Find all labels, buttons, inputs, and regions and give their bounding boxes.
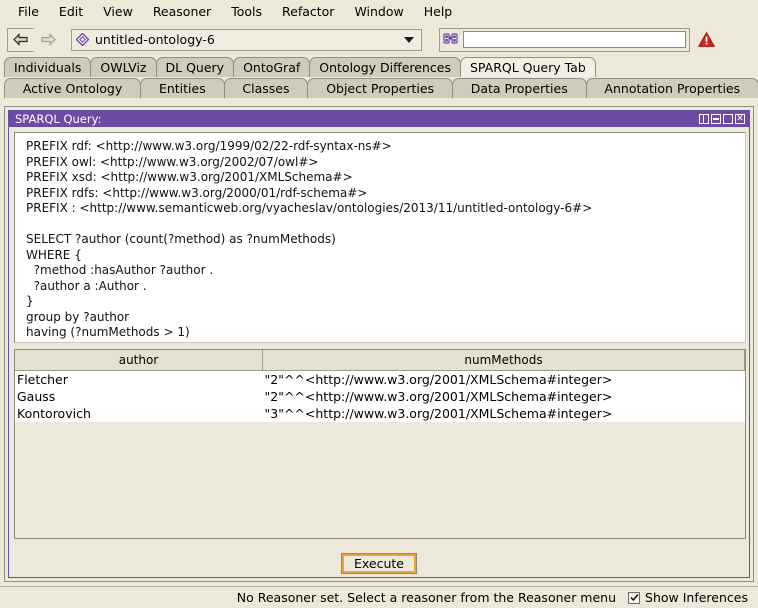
sparql-query-text[interactable]: PREFIX rdf: <http://www.w3.org/1999/02/2… xyxy=(15,133,745,341)
cell-nummethods: "2"^^<http://www.w3.org/2001/XMLSchema#i… xyxy=(262,388,745,405)
show-inferences-checkbox[interactable] xyxy=(628,591,641,604)
tab-owlviz[interactable]: OWLViz xyxy=(90,57,157,77)
cell-nummethods: "3"^^<http://www.w3.org/2001/XMLSchema#i… xyxy=(262,405,745,422)
table-row[interactable]: Fletcher "2"^^<http://www.w3.org/2001/XM… xyxy=(15,370,745,388)
back-arrow-icon xyxy=(13,33,28,46)
menu-item-file[interactable]: File xyxy=(8,2,49,21)
tab-active-ontology[interactable]: Active Ontology xyxy=(4,78,142,98)
column-header-nummethods[interactable]: numMethods xyxy=(262,350,745,371)
tab-ontology-differences[interactable]: Ontology Differences xyxy=(309,57,461,77)
tab-ontograf[interactable]: OntoGraf xyxy=(233,57,311,77)
results-table: author numMethods Fletcher "2"^^<http://… xyxy=(15,350,745,422)
column-header-author[interactable]: author xyxy=(15,350,263,371)
chevron-down-icon xyxy=(404,36,414,43)
search-box xyxy=(439,27,690,52)
tab-object-properties[interactable]: Object Properties xyxy=(307,78,453,98)
table-row[interactable]: Gauss "2"^^<http://www.w3.org/2001/XMLSc… xyxy=(15,388,745,405)
table-header-row: author numMethods xyxy=(15,350,745,371)
split-view-icon[interactable] xyxy=(699,114,709,124)
tab-annotation-properties[interactable]: Annotation Properties xyxy=(585,78,758,98)
sparql-query-editor[interactable]: PREFIX rdf: <http://www.w3.org/1999/02/2… xyxy=(14,132,746,343)
panel-title-bar: SPARQL Query: ✕ xyxy=(9,111,749,127)
ontology-selector[interactable]: untitled-ontology-6 xyxy=(71,28,422,51)
tab-classes[interactable]: Classes xyxy=(223,78,309,98)
tab-row-plugins: Individuals OWLViz DL Query OntoGraf Ont… xyxy=(0,56,758,77)
minimize-icon[interactable] xyxy=(711,114,721,124)
reasoner-status-message: No Reasoner set. Select a reasoner from … xyxy=(236,590,617,605)
tab-sparql-query[interactable]: SPARQL Query Tab xyxy=(459,57,596,77)
tab-data-properties[interactable]: Data Properties xyxy=(451,78,587,98)
menu-item-view[interactable]: View xyxy=(93,2,143,21)
menu-bar: File Edit View Reasoner Tools Refactor W… xyxy=(0,0,758,23)
results-table-header: author numMethods xyxy=(15,350,745,371)
execute-button-area: Execute xyxy=(9,543,749,583)
sparql-query-panel: SPARQL Query: ✕ PREFIX rdf: <http://www.… xyxy=(8,110,750,578)
menu-item-tools[interactable]: Tools xyxy=(221,2,272,21)
show-inferences-label: Show Inferences xyxy=(645,590,748,605)
menu-item-edit[interactable]: Edit xyxy=(49,2,93,21)
search-input[interactable] xyxy=(463,31,686,48)
menu-item-refactor[interactable]: Refactor xyxy=(272,2,344,21)
cell-author: Fletcher xyxy=(15,370,263,388)
toolbar: untitled-ontology-6 xyxy=(0,23,758,56)
ontology-diamond-icon xyxy=(76,33,89,46)
results-table-container[interactable]: author numMethods Fletcher "2"^^<http://… xyxy=(14,349,746,539)
checkmark-icon xyxy=(629,594,639,602)
results-table-body: Fletcher "2"^^<http://www.w3.org/2001/XM… xyxy=(15,370,745,422)
ontology-name-label: untitled-ontology-6 xyxy=(95,32,215,47)
tab-individuals[interactable]: Individuals xyxy=(4,57,92,77)
panel-title-label: SPARQL Query: xyxy=(15,112,102,126)
close-icon[interactable]: ✕ xyxy=(735,114,745,124)
forward-arrow-icon xyxy=(41,33,56,46)
content-area: SPARQL Query: ✕ PREFIX rdf: <http://www.… xyxy=(4,106,754,582)
menu-item-help[interactable]: Help xyxy=(414,2,463,21)
back-button[interactable] xyxy=(7,27,35,52)
forward-button[interactable] xyxy=(34,27,62,52)
execute-button[interactable]: Execute xyxy=(341,552,417,574)
menu-item-reasoner[interactable]: Reasoner xyxy=(143,2,221,21)
warning-triangle-icon[interactable] xyxy=(698,32,715,47)
panel-body: PREFIX rdf: <http://www.w3.org/1999/02/2… xyxy=(9,127,749,577)
cell-author: Gauss xyxy=(15,388,263,405)
maximize-icon[interactable] xyxy=(723,114,733,124)
tab-entities[interactable]: Entities xyxy=(140,78,225,98)
tab-row-core: Active Ontology Entities Classes Object … xyxy=(0,77,758,98)
panel-window-controls: ✕ xyxy=(699,114,749,124)
binoculars-icon xyxy=(443,32,458,48)
status-bar: No Reasoner set. Select a reasoner from … xyxy=(0,586,758,608)
cell-nummethods: "2"^^<http://www.w3.org/2001/XMLSchema#i… xyxy=(262,370,745,388)
menu-item-window[interactable]: Window xyxy=(344,2,413,21)
tab-dl-query[interactable]: DL Query xyxy=(155,57,235,77)
cell-author: Kontorovich xyxy=(15,405,263,422)
table-row[interactable]: Kontorovich "3"^^<http://www.w3.org/2001… xyxy=(15,405,745,422)
